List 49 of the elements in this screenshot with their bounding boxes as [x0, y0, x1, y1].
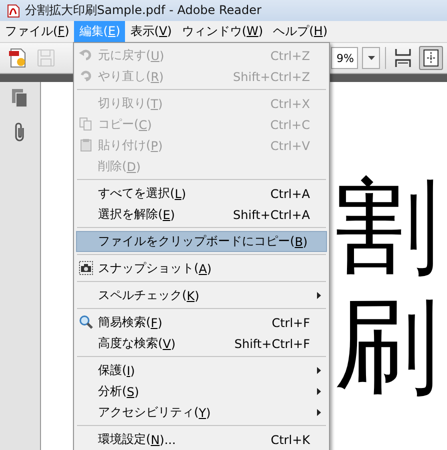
menu-item[interactable]: 簡易検索(F) Ctrl+F	[76, 312, 327, 333]
camera-icon	[79, 261, 93, 275]
redo-icon	[79, 69, 93, 83]
zoom-field[interactable]: 9%	[331, 47, 358, 69]
shortcut-label: Ctrl+X	[270, 96, 310, 110]
zoom-dropdown-button[interactable]	[362, 47, 380, 69]
document-text: 割	[335, 174, 439, 278]
submenu-arrow-icon	[317, 388, 321, 395]
shortcut-label: Ctrl+A	[270, 186, 310, 200]
shortcut-label: Shift+Ctrl+F	[234, 336, 310, 350]
shortcut-label: Ctrl+K	[270, 432, 310, 446]
menu-bar-item[interactable]: ヘルプ(H)	[268, 21, 332, 42]
menu-item[interactable]: 保護(I)	[76, 360, 327, 381]
shortcut-label: Shift+Ctrl+A	[233, 208, 310, 222]
fit-width-icon	[395, 48, 411, 68]
pdf-app-icon	[6, 4, 20, 18]
search-icon	[79, 315, 93, 329]
menu-item[interactable]: 分析(S)	[76, 381, 327, 402]
menu-item[interactable]: 選択を解除(E) Shift+Ctrl+A	[76, 204, 327, 225]
submenu-arrow-icon	[317, 367, 321, 374]
menu-bar-item[interactable]: ファイル(F)	[0, 21, 74, 42]
shortcut-label: Ctrl+V	[270, 138, 310, 152]
shortcut-label: Ctrl+F	[272, 316, 310, 330]
shortcut-label: Ctrl+Z	[270, 48, 310, 62]
menu-item[interactable]: 環境設定(N)... Ctrl+K	[76, 429, 327, 450]
window-title: 分割拡大印刷Sample.pdf - Adobe Reader	[25, 2, 262, 19]
menu-item[interactable]: スナップショット(A)	[76, 258, 327, 279]
clipboard-icon	[79, 138, 93, 152]
document-text: 刷	[335, 294, 439, 398]
shortcut-label: Shift+Ctrl+Z	[233, 70, 310, 84]
paperclip-icon[interactable]	[13, 122, 27, 142]
undo-icon	[79, 48, 93, 62]
shortcut-label: Ctrl+C	[270, 118, 310, 132]
fit-page-button[interactable]	[419, 46, 443, 70]
submenu-arrow-icon	[317, 409, 321, 416]
create-pdf-icon	[9, 48, 27, 68]
fit-page-icon	[423, 49, 439, 67]
menu-item[interactable]: スペルチェック(K)	[76, 285, 327, 306]
submenu-arrow-icon	[317, 292, 321, 299]
menu-bar-item[interactable]: ウィンドウ(W)	[176, 21, 268, 42]
menu-item[interactable]: アクセシビリティ(Y)	[76, 402, 327, 423]
pages-icon[interactable]	[11, 88, 29, 108]
copy-icon	[79, 117, 93, 131]
save-icon	[37, 49, 55, 67]
menu-item[interactable]: ファイルをクリップボードにコピー(B)	[76, 231, 327, 252]
caret-icon	[368, 56, 374, 60]
menu-item[interactable]: すべてを選択(L) Ctrl+A	[76, 183, 327, 204]
menu-bar-item[interactable]: 表示(V)	[125, 21, 177, 42]
menu-item[interactable]: 高度な検索(V) Shift+Ctrl+F	[76, 333, 327, 354]
